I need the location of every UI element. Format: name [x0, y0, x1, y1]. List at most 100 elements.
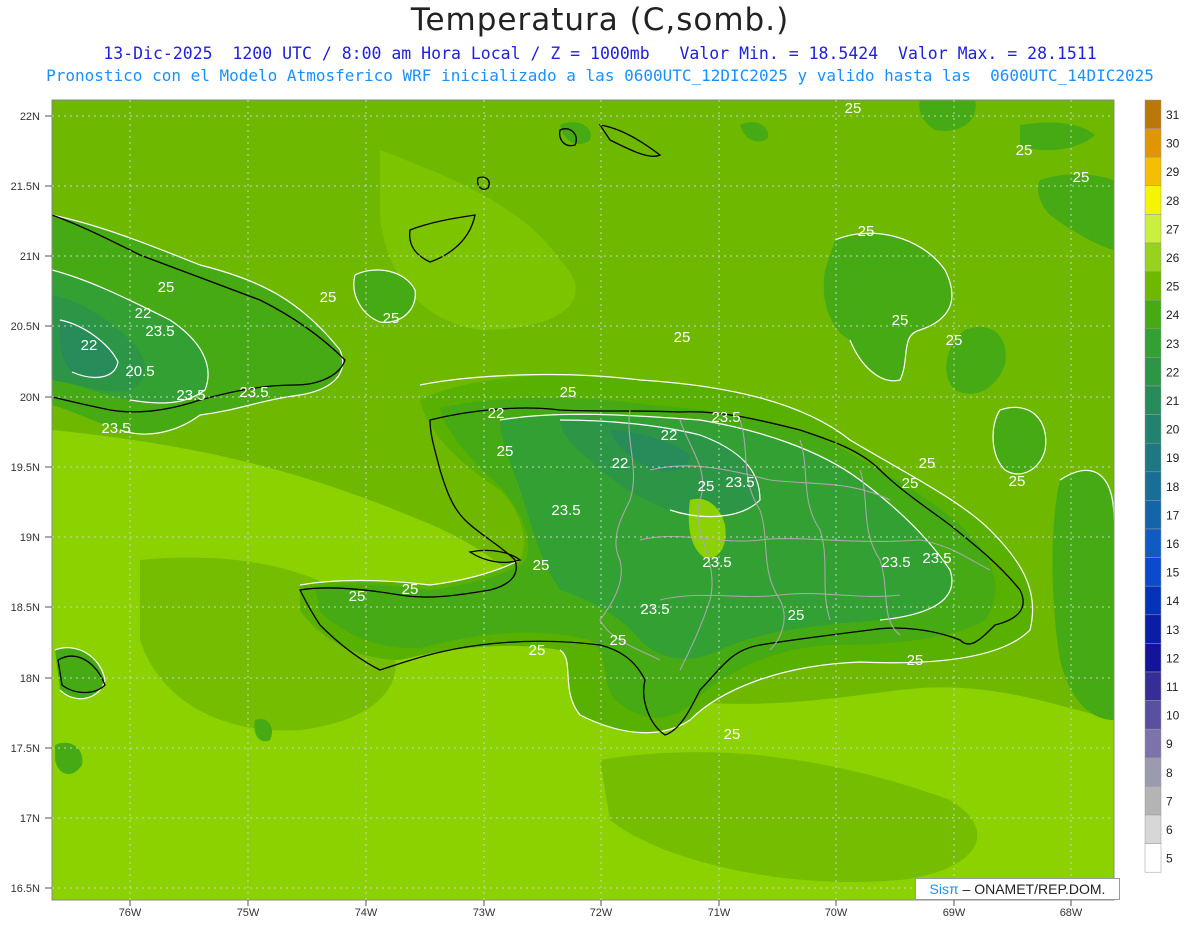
- colorbar-label: 15: [1166, 566, 1180, 580]
- contour-value-label: 22: [135, 305, 152, 322]
- contour-value-label: 23.5: [702, 554, 731, 571]
- colorbar-swatch: [1144, 557, 1162, 587]
- contour-value-label: 25: [320, 289, 337, 306]
- colorbar-label: 29: [1166, 165, 1180, 179]
- lon-tick-label: 68W: [1060, 907, 1083, 919]
- colorbar-swatch: [1144, 700, 1162, 730]
- colorbar-swatch: [1144, 585, 1162, 616]
- colorbar-swatch: [1144, 357, 1162, 387]
- contour-value-label: 25: [1016, 142, 1033, 159]
- colorbar-swatch: [1144, 271, 1162, 301]
- contour-value-label: 25: [698, 478, 715, 495]
- contour-value-label: 25: [402, 581, 419, 598]
- contour-value-label: 23.5: [145, 323, 174, 340]
- colorbar-label: 30: [1166, 137, 1180, 151]
- colorbar-label: 11: [1166, 680, 1179, 694]
- lon-tick-label: 75W: [237, 907, 260, 919]
- contour-value-label: 22: [488, 405, 505, 422]
- colorbar-label: 23: [1166, 337, 1180, 351]
- lon-tick-label: 69W: [943, 907, 966, 919]
- forecast-map: 252525252525 25252525222223.520.523.52523…: [11, 99, 1180, 919]
- contour-value-label: 25: [724, 726, 741, 743]
- lat-tick-label: 17N: [20, 813, 40, 825]
- colorbar-swatch: [1144, 156, 1162, 187]
- colorbar-label: 20: [1166, 423, 1180, 437]
- lon-tick-label: 72W: [590, 907, 613, 919]
- contour-value-label: 25: [892, 312, 909, 329]
- colorbar-swatch: [1144, 728, 1162, 759]
- colorbar-swatch: [1144, 500, 1162, 530]
- lat-tick-label: 21N: [20, 251, 40, 263]
- contour-value-label: 25: [946, 332, 963, 349]
- lon-tick-label: 76W: [119, 907, 142, 919]
- contour-value-label: 25: [560, 384, 577, 401]
- colorbar-label: 14: [1166, 594, 1180, 608]
- colorbar-label: 26: [1166, 251, 1180, 265]
- colorbar-label: 16: [1166, 537, 1180, 551]
- colorbar-label: 13: [1166, 623, 1180, 637]
- colorbar-swatch: [1144, 385, 1162, 415]
- contour-value-label: 23.5: [711, 409, 740, 426]
- colorbar-label: 9: [1166, 737, 1173, 751]
- contour-value-label: 25: [610, 632, 627, 649]
- contour-value-label: 20.5: [125, 363, 154, 380]
- contour-value-label: 23.5: [881, 554, 910, 571]
- colorbar-swatch: [1144, 614, 1162, 644]
- colorbar-label: 21: [1166, 394, 1180, 408]
- contour-value-label: 25: [158, 279, 175, 296]
- colorbar-label: 27: [1166, 222, 1180, 236]
- colorbar-label: 17: [1166, 508, 1180, 522]
- lat-tick-label: 22N: [20, 111, 40, 123]
- contour-value-label: 25: [529, 642, 546, 659]
- colorbar-swatch: [1144, 299, 1162, 330]
- colorbar-label: 6: [1166, 823, 1173, 837]
- colorbar-swatch: [1144, 528, 1162, 558]
- contour-value-label: 23.5: [176, 387, 205, 404]
- colorbar-swatch: [1144, 128, 1162, 158]
- contour-value-label: 23.5: [239, 384, 268, 401]
- contour-value-label: 25: [858, 223, 875, 240]
- lon-tick-label: 74W: [355, 907, 378, 919]
- colorbar-swatch: [1144, 442, 1162, 473]
- colorbar-swatch: [1144, 671, 1162, 701]
- lat-tick-label: 18N: [20, 673, 40, 685]
- lat-tick-label: 18.5N: [11, 602, 40, 614]
- contour-value-label: 23.5: [640, 601, 669, 618]
- latitude-labels: 22N 21.5N 21N 20.5N 20N 19.5N 19N 18.5N 18N 17.5N…: [11, 111, 52, 895]
- lon-tick-label: 70W: [825, 907, 848, 919]
- contour-value-label: 25: [674, 329, 691, 346]
- lat-tick-label: 17.5N: [11, 743, 40, 755]
- lat-tick-label: 20N: [20, 392, 40, 404]
- credit-text: – ONAMET/REP.DOM.: [958, 881, 1106, 897]
- contour-value-label: 25: [349, 588, 366, 605]
- lat-tick-label: 19.5N: [11, 462, 40, 474]
- colorbar-swatch: [1144, 328, 1162, 358]
- longitude-labels: 76W 75W 74W 73W 72W 71W 70W 69W 68W: [119, 900, 1083, 919]
- colorbar-label: 28: [1166, 194, 1180, 208]
- contour-value-label: 23.5: [551, 502, 580, 519]
- lat-tick-label: 16.5N: [11, 883, 40, 895]
- colorbar-label: 12: [1166, 651, 1180, 665]
- contour-value-label: 25: [788, 607, 805, 624]
- colorbar-swatch: [1144, 757, 1162, 787]
- colorbar-swatch: [1144, 99, 1162, 129]
- contour-value-label: 25: [533, 557, 550, 574]
- contour-value-label: 22: [661, 427, 678, 444]
- colorbar-label: 10: [1166, 709, 1180, 723]
- map-title: Temperatura (C,somb.): [410, 2, 790, 38]
- colorbar-swatch: [1144, 786, 1162, 816]
- contour-value-label: 25: [919, 455, 936, 472]
- contour-value-label: 25: [1009, 473, 1026, 490]
- contour-value-label: 23.5: [922, 550, 951, 567]
- colorbar-label: 5: [1166, 852, 1173, 866]
- lon-tick-label: 71W: [708, 907, 731, 919]
- colorbar-label: 8: [1166, 766, 1173, 780]
- colorbar-label: 19: [1166, 451, 1180, 465]
- contour-value-label: 23.5: [101, 420, 130, 437]
- colorbar-swatch: [1144, 242, 1162, 272]
- lat-tick-label: 19N: [20, 532, 40, 544]
- colorbar-swatch: [1144, 814, 1162, 844]
- colorbar-label: 24: [1166, 308, 1180, 322]
- contour-value-label: 25: [845, 100, 862, 117]
- colorbar-swatch: [1144, 414, 1162, 444]
